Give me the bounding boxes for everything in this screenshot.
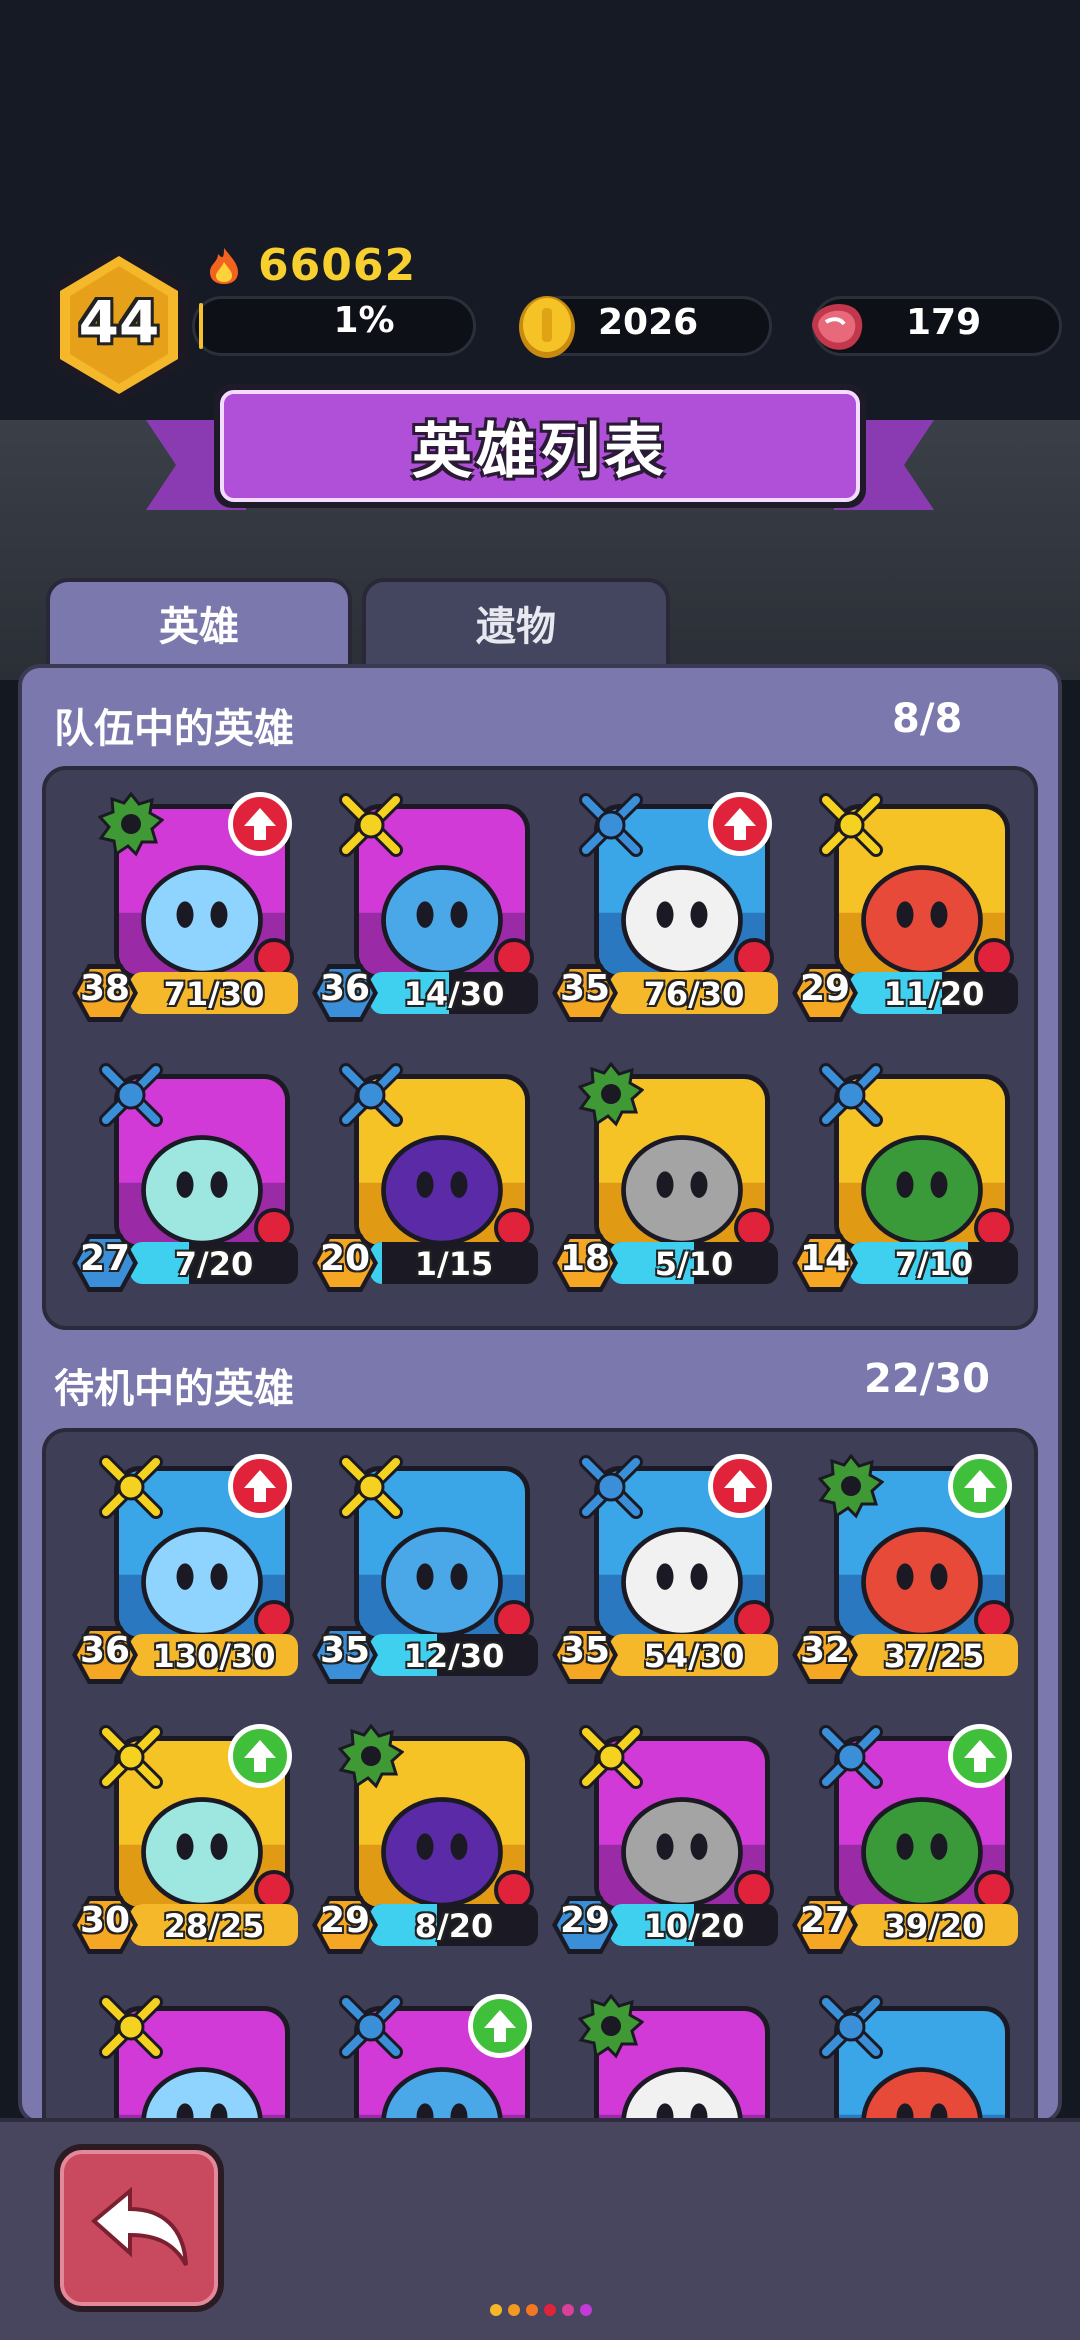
title-banner: 英雄列表 (214, 384, 866, 508)
hero-shards: 12/30 (403, 1637, 505, 1675)
back-arrow-icon (90, 2186, 188, 2266)
tab-heroes[interactable]: 英雄 (46, 578, 352, 668)
hero-card[interactable]: 27 39/20 (790, 1724, 1018, 1964)
standby-section-title: 待机中的英雄 (54, 1366, 294, 1412)
back-button[interactable] (54, 2144, 224, 2312)
hero-shards: 1/15 (414, 1245, 494, 1283)
support-class-icon (338, 1724, 404, 1789)
mage-class-icon (339, 1063, 403, 1127)
hero-shards: 71/30 (163, 975, 265, 1013)
standby-grid: 36 130/30 35 12/30 35 54/30 32 37/25 30 28/25 29 8/… (42, 1428, 1038, 2148)
hero-card[interactable]: 36 14/30 (310, 792, 538, 1032)
hero-card[interactable]: 20 1/15 (310, 1062, 538, 1302)
mage-class-icon (819, 1063, 883, 1127)
hero-shards: 7/20 (174, 1245, 254, 1283)
assassin-class-icon (339, 793, 403, 857)
upgrade-arrow-icon (228, 1724, 292, 1788)
upgrade-arrow-icon (228, 1454, 292, 1518)
mage-class-icon (579, 1455, 643, 1519)
upgrade-arrow-icon (468, 1994, 532, 2058)
mage-class-icon (819, 1725, 883, 1789)
hero-card[interactable]: 35 12/30 (310, 1454, 538, 1694)
page-title: 英雄列表 (220, 390, 860, 502)
team-section-title: 队伍中的英雄 (54, 706, 294, 752)
assassin-class-icon (579, 1725, 643, 1789)
hero-card[interactable]: 18 5/10 (550, 1062, 778, 1302)
xp-percent: 1% (333, 300, 395, 341)
hero-card[interactable]: 35 54/30 (550, 1454, 778, 1694)
upgrade-arrow-icon (228, 792, 292, 856)
hero-shards: 28/25 (163, 1907, 265, 1945)
hero-card[interactable]: 14 7/10 (790, 1062, 1018, 1302)
mage-class-icon (819, 1995, 883, 2059)
assassin-class-icon (99, 1455, 163, 1519)
mage-class-icon (99, 1063, 163, 1127)
upgrade-arrow-icon (708, 792, 772, 856)
hero-card[interactable]: 32 37/25 (790, 1454, 1018, 1694)
hero-shards: 14/30 (403, 975, 505, 1013)
team-count: 8/8 (892, 696, 963, 742)
hero-card[interactable]: 29 11/20 (790, 792, 1018, 1032)
hero-shards: 37/25 (883, 1637, 985, 1675)
meat-value: 179 (906, 302, 982, 343)
tab-relics[interactable]: 遗物 (362, 578, 670, 668)
hero-card[interactable]: 38 71/30 (70, 792, 298, 1032)
hero-shards: 130/30 (152, 1637, 276, 1675)
mage-class-icon (579, 793, 643, 857)
assassin-class-icon (99, 1995, 163, 2059)
support-class-icon (578, 1062, 644, 1127)
hero-shards: 5/10 (654, 1245, 734, 1283)
hero-card[interactable]: 35 76/30 (550, 792, 778, 1032)
hero-card[interactable]: 29 8/20 (310, 1724, 538, 1964)
team-grid: 38 71/30 36 14/30 35 76/30 29 11/20 27 7/20 20 1/15… (42, 766, 1038, 1330)
hero-shards: 7/10 (894, 1245, 974, 1283)
hero-shards: 54/30 (643, 1637, 745, 1675)
support-class-icon (818, 1454, 884, 1519)
hero-shards: 76/30 (643, 975, 745, 1013)
mage-class-icon (339, 1995, 403, 2059)
support-class-icon (578, 1994, 644, 2059)
hero-shards: 10/20 (643, 1907, 745, 1945)
upgrade-arrow-icon (948, 1724, 1012, 1788)
hero-shards: 39/20 (883, 1907, 985, 1945)
power-value: 66062 (258, 240, 417, 291)
upgrade-arrow-icon (708, 1454, 772, 1518)
hero-card[interactable]: 29 10/20 (550, 1724, 778, 1964)
hero-shards: 11/20 (883, 975, 985, 1013)
player-level: 44 (78, 288, 160, 356)
upgrade-arrow-icon (948, 1454, 1012, 1518)
standby-count: 22/30 (864, 1356, 990, 1402)
assassin-class-icon (819, 793, 883, 857)
hero-card[interactable]: 27 7/20 (70, 1062, 298, 1302)
coin-value: 2026 (598, 302, 699, 343)
support-class-icon (98, 792, 164, 857)
assassin-class-icon (99, 1725, 163, 1789)
page-indicator (490, 2304, 592, 2316)
assassin-class-icon (339, 1455, 403, 1519)
hero-card[interactable]: 36 130/30 (70, 1454, 298, 1694)
gold-coin-icon (519, 296, 575, 358)
hero-card[interactable]: 30 28/25 (70, 1724, 298, 1964)
meat-icon (812, 304, 863, 350)
flame-icon (210, 248, 238, 284)
hero-shards: 8/20 (414, 1907, 494, 1945)
